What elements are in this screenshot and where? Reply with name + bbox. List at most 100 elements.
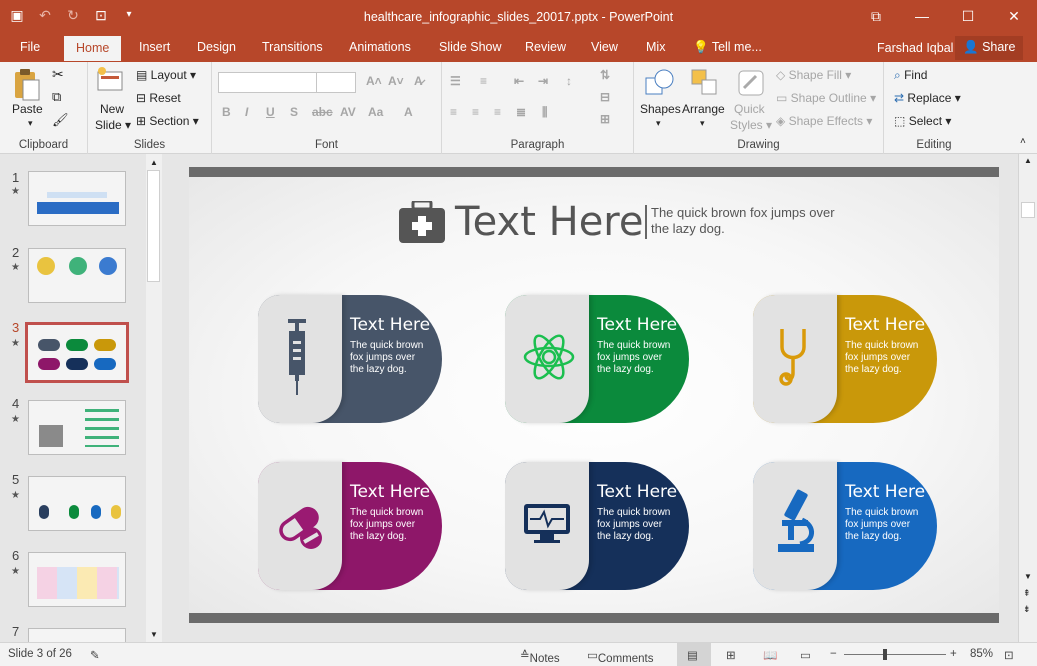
quick-styles-button[interactable]: Styles ▾ (730, 118, 772, 132)
scroll-up-arrow-icon[interactable]: ▲ (150, 158, 158, 167)
font-size-combo[interactable] (316, 72, 356, 93)
slide-thumbnail-5[interactable] (28, 476, 126, 531)
reading-view-icon[interactable]: 📖 (763, 648, 777, 662)
align-text-icon[interactable]: ⊟ (600, 90, 610, 104)
minimize-button[interactable]: — (899, 0, 945, 32)
layout-button[interactable]: ▤ Layout ▾ (136, 68, 196, 82)
slide-thumbnail-3[interactable] (25, 322, 129, 383)
shapes-button[interactable]: Shapes (640, 102, 681, 116)
font-color-icon[interactable]: A (404, 105, 413, 119)
paste-button[interactable]: Paste (12, 102, 43, 116)
line-spacing-icon[interactable]: ↕ (566, 74, 572, 88)
shadow-icon[interactable]: S (290, 105, 298, 119)
info-card-4[interactable]: Text Here The quick brown fox jumps over… (258, 462, 442, 590)
arrange-dropdown-icon[interactable]: ▾ (700, 118, 705, 129)
align-center-icon[interactable]: ≡ (472, 105, 479, 119)
spelling-check-icon[interactable]: ✎ (90, 648, 100, 662)
smartart-icon[interactable]: ⊞ (600, 112, 610, 126)
tab-mix[interactable]: Mix (646, 40, 665, 54)
tab-design[interactable]: Design (197, 40, 236, 54)
zoom-slider-handle[interactable] (883, 649, 887, 660)
quick-styles-icon[interactable] (736, 68, 766, 98)
paste-icon[interactable] (12, 68, 42, 101)
justify-icon[interactable]: ≣ (516, 105, 526, 119)
slide-thumbnail-2[interactable] (28, 248, 126, 303)
shapes-dropdown-icon[interactable]: ▾ (656, 118, 661, 129)
previous-slide-icon[interactable]: ⇞ (1023, 588, 1031, 599)
ribbon-display-options-icon[interactable]: ⧉ (853, 0, 899, 32)
zoom-out-icon[interactable]: − (830, 648, 837, 660)
tab-transitions[interactable]: Transitions (262, 40, 323, 54)
slide-thumbnail-7[interactable] (28, 628, 126, 642)
shrink-font-icon[interactable]: A˅ (388, 74, 404, 88)
info-card-6[interactable]: Text Here The quick brown fox jumps over… (753, 462, 937, 590)
collapse-ribbon-icon[interactable]: ˄ (1020, 136, 1026, 147)
replace-button[interactable]: ⇄ Replace ▾ (894, 91, 961, 105)
slide-sorter-icon[interactable]: ⊞ (726, 648, 736, 662)
select-button[interactable]: ⬚ Select ▾ (894, 114, 951, 128)
slide-show-icon[interactable]: ▭ (800, 648, 811, 662)
columns-icon[interactable]: ⫼ (542, 105, 548, 120)
grow-font-icon[interactable]: A˄ (366, 74, 382, 88)
maximize-button[interactable]: ☐ (945, 0, 991, 32)
scroll-thumb[interactable] (147, 170, 160, 282)
format-painter-icon[interactable]: 🖌 (52, 112, 69, 128)
thumbnail-scrollbar[interactable]: ▲ ▼ (146, 154, 162, 642)
bold-icon[interactable]: B (222, 105, 231, 119)
shape-outline-button[interactable]: ▭ Shape Outline ▾ (776, 91, 876, 105)
scroll-down-arrow-icon[interactable]: ▼ (150, 630, 158, 639)
tab-insert[interactable]: Insert (139, 40, 170, 54)
text-direction-icon[interactable]: ⇅ (600, 68, 610, 82)
zoom-level[interactable]: 85% (970, 648, 993, 660)
arrange-icon[interactable] (690, 68, 720, 98)
quick-styles-line1[interactable]: Quick (734, 102, 765, 116)
new-slide-line1[interactable]: New (100, 102, 124, 116)
comments-button[interactable]: ▭ Comments (587, 648, 653, 665)
new-slide-icon[interactable] (96, 66, 126, 96)
new-slide-button[interactable]: Slide ▾ (95, 118, 131, 132)
slide[interactable]: Text Here The quick brown fox jumps over… (189, 167, 999, 623)
paste-dropdown-icon[interactable]: ▾ (28, 118, 33, 129)
info-card-5[interactable]: Text Here The quick brown fox jumps over… (505, 462, 689, 590)
change-case-icon[interactable]: Aa (368, 105, 383, 119)
scroll-thumb[interactable] (1021, 202, 1035, 218)
strikethrough-icon[interactable]: abc (312, 105, 333, 119)
notes-button[interactable]: ≙ Notes (520, 648, 560, 665)
character-spacing-icon[interactable]: AV (340, 105, 356, 119)
copy-icon[interactable]: ⧉ (52, 89, 61, 105)
cut-icon[interactable]: ✂ (52, 66, 64, 83)
tab-animations[interactable]: Animations (349, 40, 411, 54)
section-button[interactable]: ⊞ Section ▾ (136, 114, 199, 128)
slide-thumbnail-4[interactable] (28, 400, 126, 455)
tell-me-box[interactable]: 💡 Tell me... (693, 40, 762, 55)
tab-home[interactable]: Home (64, 36, 122, 61)
bullets-icon[interactable]: ☰ (450, 74, 461, 88)
clear-formatting-icon[interactable]: A̷ (414, 74, 423, 88)
align-left-icon[interactable]: ≡ (450, 105, 457, 119)
tab-file[interactable]: File (20, 40, 40, 54)
info-card-3[interactable]: Text Here The quick brown fox jumps over… (753, 295, 937, 423)
zoom-slider[interactable] (844, 654, 946, 655)
numbering-icon[interactable]: ≡ (480, 74, 487, 88)
info-card-1[interactable]: Text Here The quick brown fox jumps over… (258, 295, 442, 423)
italic-icon[interactable]: I (245, 105, 248, 119)
tab-view[interactable]: View (591, 40, 618, 54)
reset-button[interactable]: ⊟ Reset (136, 91, 181, 105)
arrange-button[interactable]: Arrange (682, 102, 725, 116)
next-slide-icon[interactable]: ⇟ (1023, 604, 1031, 615)
zoom-in-icon[interactable]: + (950, 648, 957, 660)
font-name-combo[interactable] (218, 72, 318, 93)
tab-slide-show[interactable]: Slide Show (439, 40, 502, 54)
fit-to-window-icon[interactable]: ⊡ (1004, 648, 1014, 662)
scroll-down-arrow-icon[interactable]: ▼ (1024, 572, 1032, 581)
shape-effects-button[interactable]: ◈ Shape Effects ▾ (776, 114, 872, 128)
underline-icon[interactable]: U (266, 105, 275, 119)
info-card-2[interactable]: Text Here The quick brown fox jumps over… (505, 295, 689, 423)
user-name[interactable]: Farshad Iqbal (877, 41, 953, 55)
increase-indent-icon[interactable]: ⇥ (538, 74, 548, 88)
close-button[interactable]: ✕ (991, 0, 1037, 32)
slide-scrollbar[interactable]: ▲ ▼ ⇞ ⇟ (1018, 154, 1037, 642)
tab-review[interactable]: Review (525, 40, 566, 54)
scroll-up-arrow-icon[interactable]: ▲ (1024, 156, 1032, 165)
decrease-indent-icon[interactable]: ⇤ (514, 74, 524, 88)
